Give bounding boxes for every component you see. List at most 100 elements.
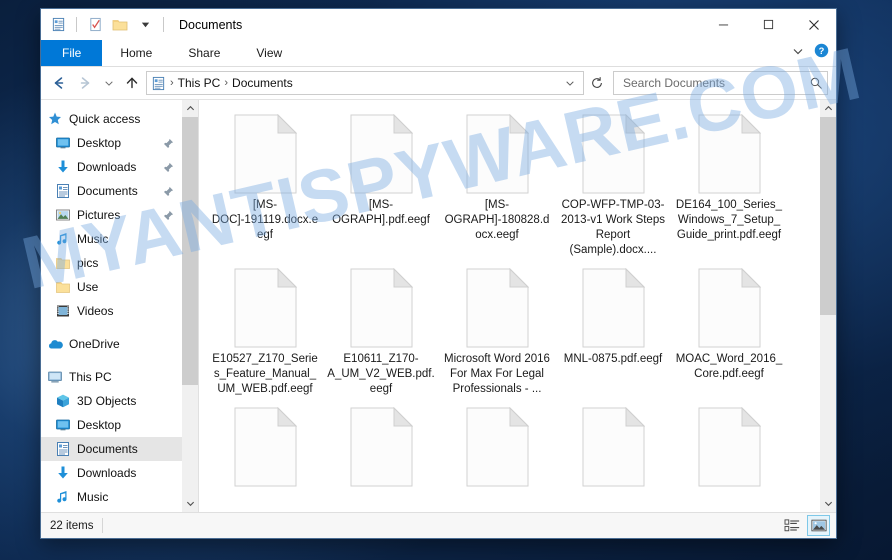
- file-name: E10527_Z170_Series_Feature_Manual_UM_WEB…: [212, 353, 318, 395]
- file-item[interactable]: MOAC_Word_2016_Core.pdf.eegf: [671, 262, 787, 397]
- sidebar-item-quick-access[interactable]: Quick access: [41, 107, 182, 131]
- sidebar-item-use[interactable]: Use: [41, 275, 182, 299]
- quick-access-toolbar: [41, 15, 167, 35]
- file-name: [MS-OGRAPH]-180828.docx.eegf: [444, 199, 550, 241]
- file-item[interactable]: COP-WFP-TMP-03-2013-v1 Work Steps Report…: [555, 108, 671, 258]
- file-item[interactable]: E10527_Z170_Series_Feature_Manual_UM_WEB…: [207, 262, 323, 397]
- file-item[interactable]: Microsoft Word 2016 For Max For Legal Pr…: [439, 262, 555, 397]
- pin-icon[interactable]: [163, 162, 174, 173]
- file-item[interactable]: [323, 401, 439, 491]
- details-view-icon[interactable]: [782, 516, 803, 535]
- scroll-down-icon[interactable]: [182, 495, 198, 512]
- refresh-icon[interactable]: [586, 72, 608, 94]
- pin-icon[interactable]: [163, 210, 174, 221]
- music-icon: [55, 231, 71, 247]
- sidebar-item-music[interactable]: Music: [41, 227, 182, 251]
- sidebar-item-documents-selected[interactable]: Documents: [41, 437, 182, 461]
- search-box[interactable]: [613, 71, 828, 95]
- minimize-icon[interactable]: [701, 9, 746, 40]
- blank-document-icon: [698, 267, 761, 348]
- file-list-scrollbar[interactable]: [820, 100, 836, 512]
- chevron-down-icon[interactable]: [561, 78, 581, 88]
- properties-icon[interactable]: [48, 15, 68, 35]
- sidebar-item-desktop-2[interactable]: Desktop: [41, 413, 182, 437]
- tab-home[interactable]: Home: [102, 40, 170, 66]
- file-item[interactable]: [439, 401, 555, 491]
- chevron-down-icon[interactable]: [792, 44, 804, 62]
- breadcrumb-documents[interactable]: Documents: [229, 76, 296, 90]
- onedrive-icon: [47, 336, 63, 352]
- scrollbar-thumb[interactable]: [182, 117, 198, 385]
- file-item[interactable]: MNL-0875.pdf.eegf: [555, 262, 671, 397]
- close-icon[interactable]: [791, 9, 836, 40]
- navigation-pane-scrollbar[interactable]: [182, 100, 198, 512]
- documents-icon: [55, 183, 71, 199]
- address-bar[interactable]: › This PC › Documents: [146, 71, 584, 95]
- view-toggle-group: [782, 515, 830, 536]
- sidebar-item-pictures[interactable]: Pictures: [41, 203, 182, 227]
- 3dobjects-icon: [55, 393, 71, 409]
- search-icon[interactable]: [809, 76, 823, 90]
- sidebar-item-downloads-2[interactable]: Downloads: [41, 461, 182, 485]
- sidebar-item-pics[interactable]: pics: [41, 251, 182, 275]
- file-item[interactable]: DE164_100_Series_Windows_7_Setup_Guide_p…: [671, 108, 787, 258]
- sidebar-item-label: Desktop: [77, 418, 122, 432]
- tab-share[interactable]: Share: [170, 40, 238, 66]
- file-item[interactable]: [207, 401, 323, 491]
- back-button[interactable]: [47, 71, 71, 95]
- scroll-up-icon[interactable]: [182, 100, 198, 117]
- explorer-body: Quick access Desktop Downloads Documents…: [41, 99, 836, 512]
- file-list-pane[interactable]: [MS-DOC]-191119.docx.eegf [MS-OGRAPH].pd…: [199, 100, 820, 512]
- file-item[interactable]: [MS-OGRAPH].pdf.eegf: [323, 108, 439, 258]
- new-folder-check-icon[interactable]: [85, 15, 105, 35]
- tab-file[interactable]: File: [41, 40, 103, 66]
- search-input[interactable]: [621, 75, 809, 91]
- up-button[interactable]: [120, 71, 144, 95]
- status-bar: 22 items: [41, 512, 836, 538]
- videos-icon: [55, 303, 71, 319]
- sidebar-item-desktop[interactable]: Desktop: [41, 131, 182, 155]
- sidebar-item-videos[interactable]: Videos: [41, 299, 182, 323]
- maximize-icon[interactable]: [746, 9, 791, 40]
- sidebar-item-music-2[interactable]: Music: [41, 485, 182, 509]
- sidebar-item-3d-objects[interactable]: 3D Objects: [41, 389, 182, 413]
- blank-document-icon: [582, 113, 645, 194]
- file-name: DE164_100_Series_Windows_7_Setup_Guide_p…: [675, 199, 783, 241]
- sidebar-item-downloads[interactable]: Downloads: [41, 155, 182, 179]
- sidebar-item-label: Quick access: [69, 112, 141, 126]
- recent-locations-button[interactable]: [99, 71, 118, 95]
- chevron-down-icon[interactable]: [135, 15, 155, 35]
- folder-icon: [55, 255, 71, 271]
- sidebar-item-label: OneDrive: [69, 337, 120, 351]
- file-item[interactable]: [671, 401, 787, 491]
- help-icon[interactable]: ?: [814, 43, 829, 63]
- file-name: [MS-OGRAPH].pdf.eegf: [332, 199, 430, 226]
- blank-document-icon: [466, 406, 529, 487]
- scroll-down-icon[interactable]: [820, 495, 836, 512]
- music-icon: [55, 489, 71, 505]
- sidebar-item-label: Music: [77, 232, 109, 246]
- file-item[interactable]: [MS-DOC]-191119.docx.eegf: [207, 108, 323, 258]
- blank-document-icon: [582, 406, 645, 487]
- scrollbar-track[interactable]: [182, 117, 198, 495]
- pin-icon[interactable]: [163, 138, 174, 149]
- file-item[interactable]: [MS-OGRAPH]-180828.docx.eegf: [439, 108, 555, 258]
- folder-icon[interactable]: [110, 15, 130, 35]
- scrollbar-track[interactable]: [820, 117, 836, 495]
- file-item[interactable]: [555, 401, 671, 491]
- forward-button[interactable]: [73, 71, 97, 95]
- scrollbar-thumb[interactable]: [820, 117, 836, 315]
- scroll-up-icon[interactable]: [820, 100, 836, 117]
- sidebar-item-label: pics: [77, 256, 99, 270]
- large-icons-view-icon[interactable]: [807, 515, 830, 536]
- sidebar-item-onedrive[interactable]: OneDrive: [41, 332, 182, 356]
- file-item[interactable]: E10611_Z170-A_UM_V2_WEB.pdf.eegf: [323, 262, 439, 397]
- sidebar-item-documents[interactable]: Documents: [41, 179, 182, 203]
- breadcrumb-this-pc[interactable]: This PC: [175, 76, 224, 90]
- pin-icon[interactable]: [163, 186, 174, 197]
- sidebar-item-this-pc[interactable]: This PC: [41, 365, 182, 389]
- file-explorer-window: Documents File Home Share View ? › This …: [40, 8, 837, 539]
- tab-view[interactable]: View: [238, 40, 300, 66]
- item-count: 22 items: [50, 519, 94, 532]
